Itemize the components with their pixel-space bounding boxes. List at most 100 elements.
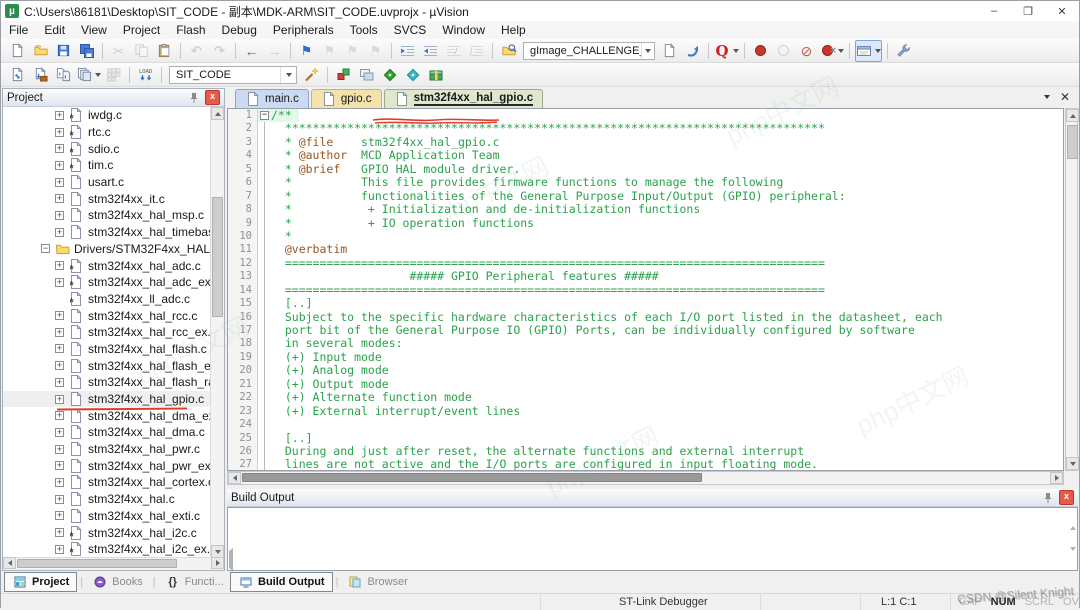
menu-debug[interactable]: Debug [214,23,265,37]
build-button[interactable] [30,65,51,85]
tree-item-stm32f4xx-hal-flash-ex-c[interactable]: +stm32f4xx_hal_flash_ex.c [3,357,224,374]
indent-button[interactable] [397,41,418,61]
copy-button[interactable] [131,41,152,61]
close-button[interactable]: ✕ [1045,1,1079,21]
tree-item-stm32f4xx-hal-dma-c[interactable]: +stm32f4xx_hal_dma.c [3,424,224,441]
pack-installer-button[interactable] [425,65,446,85]
tree-item-stm32f4xx-hal-i2c-c[interactable]: +*stm32f4xx_hal_i2c.c [3,524,224,541]
comment-button[interactable]: / [443,41,464,61]
expand-icon[interactable]: + [55,395,64,404]
tree-item-stm32f4xx-hal-flash-c[interactable]: +stm32f4xx_hal_flash.c [3,341,224,358]
fold-collapse-icon[interactable]: − [260,111,269,120]
tree-item-stm32f4xx-hal-adc-c[interactable]: +*stm32f4xx_hal_adc.c [3,257,224,274]
translate-button[interactable] [7,65,28,85]
bookmark-next-button[interactable]: ⚑ [342,41,363,61]
expand-icon[interactable]: + [55,445,64,454]
rebuild-button[interactable] [53,65,74,85]
tree-item-drivers-stm32f4xx-hal-driv[interactable]: −Drivers/STM32F4xx_HAL_Driv [3,241,224,258]
project-tree-hscroll[interactable] [3,557,224,570]
redo-button[interactable]: ↷ [209,41,230,61]
batch-build-button[interactable] [76,65,101,85]
tree-item-stm32f4xx-hal-rcc-c[interactable]: +stm32f4xx_hal_rcc.c [3,307,224,324]
menu-tools[interactable]: Tools [342,23,386,37]
configure-tools-button[interactable] [893,41,914,61]
tree-item-stm32f4xx-it-c[interactable]: +stm32f4xx_it.c [3,190,224,207]
editor-vscroll[interactable] [1065,108,1078,471]
project-panel-close-icon[interactable]: x [205,90,220,105]
tree-item-stm32f4xx-hal-flash-ramf[interactable]: +stm32f4xx_hal_flash_ramf [3,374,224,391]
file-extensions-button[interactable] [379,65,400,85]
expand-icon[interactable]: + [55,478,64,487]
expand-icon[interactable]: + [55,344,64,353]
find-in-document-button[interactable] [659,41,680,61]
menu-view[interactable]: View [73,23,115,37]
expand-icon[interactable]: + [55,211,64,220]
unindent-button[interactable] [420,41,441,61]
expand-icon[interactable]: + [55,495,64,504]
expand-icon[interactable]: + [55,378,64,387]
expand-icon[interactable]: + [55,261,64,270]
tree-item-stm32f4xx-hal-exti-c[interactable]: +stm32f4xx_hal_exti.c [3,508,224,525]
tree-item-stm32f4xx-hal-pwr-ex-c[interactable]: +stm32f4xx_hal_pwr_ex.c [3,457,224,474]
navigate-back-button[interactable]: ← [241,41,262,61]
tree-item-stm32f4xx-hal-pwr-c[interactable]: +stm32f4xx_hal_pwr.c [3,441,224,458]
editor-tab-gpio-c[interactable]: gpio.c [311,89,382,108]
incremental-find-button[interactable] [682,41,703,61]
bookmark-clear-all-button[interactable]: ⚑ [365,41,386,61]
bookmark-toggle-button[interactable]: ⚑ [296,41,317,61]
download-load-button[interactable]: LOAD [135,65,156,85]
dock-tab-build-output[interactable]: Build Output [230,572,333,592]
menu-file[interactable]: File [1,23,36,37]
close-document-icon[interactable]: ✕ [1060,90,1070,104]
pin-icon[interactable] [1040,490,1056,506]
tree-item-stm32f4xx-hal-gpio-c[interactable]: +stm32f4xx_hal_gpio.c [3,391,224,408]
tree-item-stm32f4xx-hal-msp-c[interactable]: +stm32f4xx_hal_msp.c [3,207,224,224]
code-editor[interactable]: 1−/** 2 ********************************… [227,108,1064,471]
bookmark-prev-button[interactable]: ⚑ [319,41,340,61]
expand-icon[interactable]: + [55,194,64,203]
expand-icon[interactable]: + [55,428,64,437]
new-file-button[interactable] [7,41,28,61]
target-select[interactable]: SIT_CODE [169,66,297,84]
menu-flash[interactable]: Flash [168,23,213,37]
search-combo[interactable]: gImage_CHALLENGE_MO [523,42,655,60]
project-tree-vscroll[interactable] [210,107,224,558]
find-button[interactable]: Q [714,41,739,61]
find-in-files-button[interactable] [498,41,519,61]
uncomment-button[interactable]: / [466,41,487,61]
tree-item-stm32f4xx-hal-dma-ex-c[interactable]: +stm32f4xx_hal_dma_ex.c [3,407,224,424]
stop-build-button[interactable] [103,65,124,85]
tab-list-dropdown-icon[interactable] [1044,95,1050,99]
restore-button[interactable]: ❐ [1011,1,1045,21]
tree-item-stm32f4xx-hal-timebase-t[interactable]: +stm32f4xx_hal_timebase_t [3,224,224,241]
menu-project[interactable]: Project [115,23,168,37]
insert-breakpoint-button[interactable] [750,41,771,61]
dock-tab-browser[interactable]: Browser [340,573,414,591]
expand-icon[interactable]: + [55,361,64,370]
save-button[interactable] [53,41,74,61]
undo-button[interactable]: ↶ [186,41,207,61]
tree-item-usart-c[interactable]: +usart.c [3,174,224,191]
expand-icon[interactable]: + [55,528,64,537]
tree-item-sdio-c[interactable]: +*sdio.c [3,140,224,157]
cut-button[interactable]: ✂ [108,41,129,61]
minimize-button[interactable]: – [977,1,1011,21]
menu-svcs[interactable]: SVCS [386,23,435,37]
build-output-close-icon[interactable]: x [1059,490,1074,505]
tree-item-stm32f4xx-hal-c[interactable]: +stm32f4xx_hal.c [3,491,224,508]
tree-item-stm32f4xx-hal-adc-ex-c[interactable]: +*stm32f4xx_hal_adc_ex.c [3,274,224,291]
expand-icon[interactable]: + [55,278,64,287]
expand-icon[interactable]: + [55,511,64,520]
pin-icon[interactable] [186,90,202,106]
tree-item-iwdg-c[interactable]: +*iwdg.c [3,107,224,124]
menu-help[interactable]: Help [493,23,534,37]
manage-project-items-button[interactable] [356,65,377,85]
tree-item-stm32f4xx-ll-adc-c[interactable]: *stm32f4xx_ll_adc.c [3,291,224,308]
paste-button[interactable] [154,41,175,61]
expand-icon[interactable]: + [55,161,64,170]
expand-icon[interactable]: + [55,178,64,187]
tree-item-rtc-c[interactable]: +*rtc.c [3,124,224,141]
open-file-button[interactable] [30,41,51,61]
expand-icon[interactable]: + [55,411,64,420]
disable-all-breakpoints-button[interactable]: ⊘ [796,41,817,61]
